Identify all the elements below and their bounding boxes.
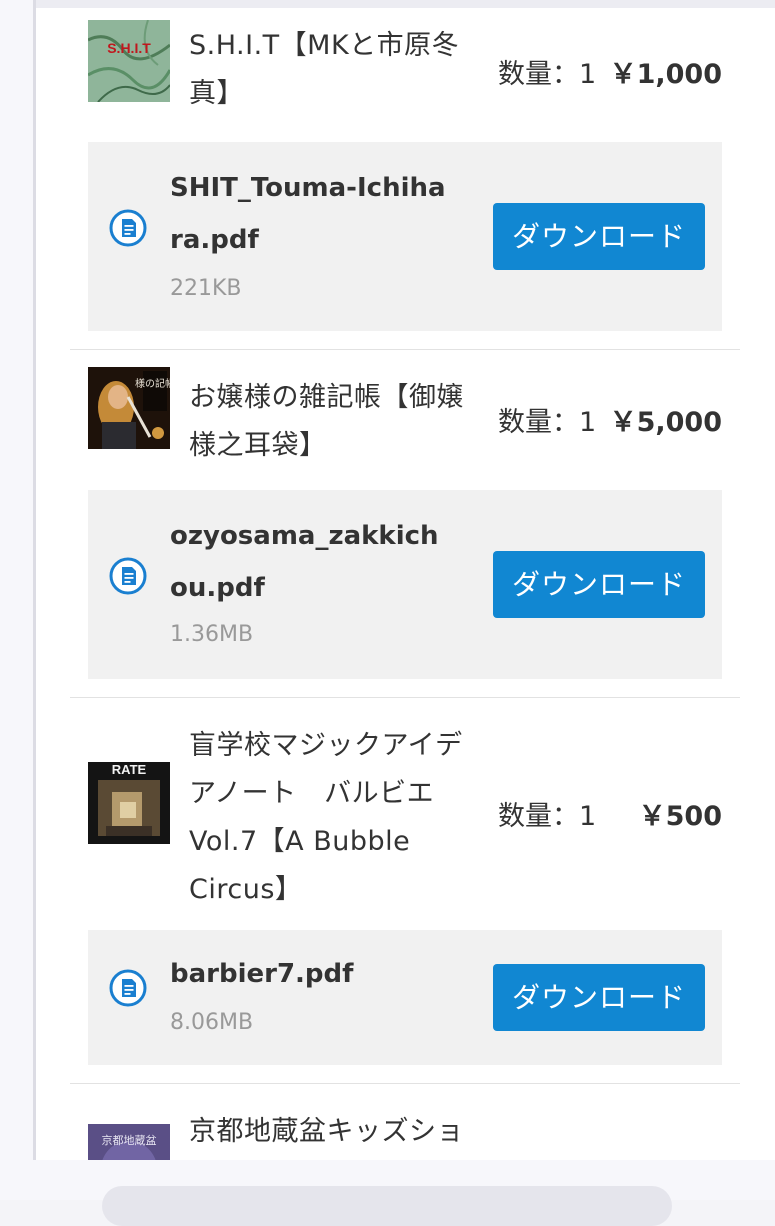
- thumbnail-logo-text: RATE: [112, 762, 147, 777]
- left-gutter: [0, 0, 33, 1200]
- download-panel: SHIT_Touma-Ichihara.pdf 221KB ダウンロード: [88, 142, 722, 331]
- thumbnail-logo-text: S.H.I.T: [107, 40, 151, 56]
- bottom-pill[interactable]: [102, 1186, 672, 1226]
- file-name: SHIT_Touma-Ichihara.pdf: [170, 173, 446, 255]
- file-size: 8.06MB: [170, 1010, 254, 1035]
- price-label: ￥1,000: [609, 59, 722, 90]
- download-button[interactable]: ダウンロード: [493, 551, 705, 618]
- download-panel: ozyosama_zakkichou.pdf 1.36MB ダウンロード: [88, 490, 722, 679]
- product-thumbnail[interactable]: S.H.I.T: [88, 20, 170, 102]
- product-title[interactable]: お嬢様の雑記帳【御嬢様之耳袋】: [189, 374, 489, 470]
- document-icon: [108, 208, 148, 248]
- product-title[interactable]: 盲学校マジックアイデアノート バルビエ Vol.7【A Bubble Circu…: [189, 722, 489, 914]
- download-panel: barbier7.pdf 8.06MB ダウンロード: [88, 930, 722, 1065]
- order-details-card: S.H.I.T S.H.I.T【MKと市原冬真】 数量：1 ￥1,000 SHI…: [36, 8, 775, 1160]
- product-title[interactable]: 京都地蔵盆キッズショ: [189, 1108, 509, 1156]
- file-size: 221KB: [170, 276, 242, 301]
- price-label: ￥500: [638, 801, 722, 832]
- document-icon: [108, 968, 148, 1008]
- file-size: 1.36MB: [170, 622, 254, 647]
- file-name: ozyosama_zakkichou.pdf: [170, 521, 439, 603]
- product-thumbnail[interactable]: 京都地蔵盆: [88, 1124, 170, 1160]
- download-button[interactable]: ダウンロード: [493, 964, 705, 1031]
- product-title[interactable]: S.H.I.T【MKと市原冬真】: [189, 22, 489, 118]
- product-thumbnail[interactable]: 様の記帳: [88, 367, 170, 449]
- quantity-label: 数量：1: [498, 801, 597, 832]
- file-name: barbier7.pdf: [170, 959, 354, 989]
- thumbnail-logo-text: 京都地蔵盆: [102, 1133, 157, 1147]
- download-button[interactable]: ダウンロード: [493, 203, 705, 270]
- quantity-label: 数量：1: [498, 407, 597, 438]
- document-icon: [108, 556, 148, 596]
- item-divider: [70, 349, 740, 350]
- item-divider: [70, 697, 740, 698]
- top-band: [0, 0, 775, 8]
- thumbnail-logo-text: 様の記帳: [135, 377, 170, 390]
- product-thumbnail[interactable]: RATE: [88, 762, 170, 844]
- quantity-label: 数量：1: [498, 59, 597, 90]
- item-divider: [70, 1083, 740, 1084]
- price-label: ￥5,000: [609, 407, 722, 438]
